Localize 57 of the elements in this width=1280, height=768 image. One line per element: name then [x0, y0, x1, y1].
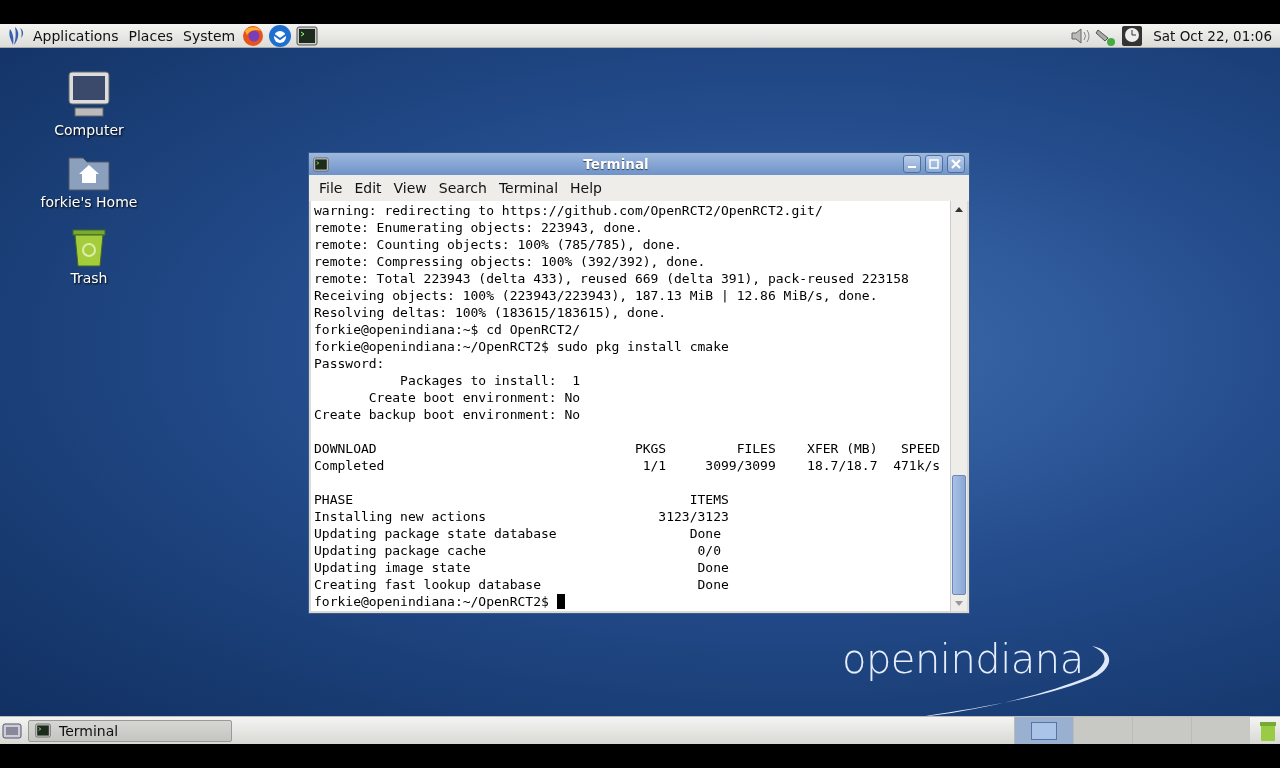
menu-item[interactable]: View — [387, 178, 433, 198]
workspace-button[interactable] — [1014, 716, 1073, 744]
terminal-line: Updating package state database Done — [314, 526, 721, 541]
menu-button[interactable]: System — [180, 25, 239, 46]
terminal-line: Resolving deltas: 100% (183615/183615), done. — [314, 305, 667, 320]
terminal-line: remote: Total 223943 (delta 433), reused 669 (delta 391), pack-reused 223158 — [314, 271, 909, 286]
terminal-line: Password: — [314, 356, 385, 371]
menu-item[interactable]: Search — [432, 178, 493, 198]
scroll-up-icon[interactable] — [955, 206, 963, 212]
terminal-line: remote: Counting objects: 100% (785/785), done. — [314, 237, 682, 252]
terminal-line: Create boot environment: No — [367, 390, 581, 405]
mail-bird-icon[interactable] — [268, 23, 293, 48]
scrollbar[interactable] — [950, 201, 967, 611]
terminal-line: Create backup boot environment: No — [314, 407, 581, 422]
computer-icon[interactable] — [65, 70, 113, 120]
terminal-line: Packages to install: 1 — [399, 373, 581, 388]
menu-item[interactable]: File — [313, 178, 349, 198]
taskbar-button[interactable]: Terminal — [28, 719, 232, 742]
terminal-line: warning: redirecting to https://github.com/OpenRCT2/OpenRCT2.git/ — [314, 203, 823, 218]
desktop-icon-label[interactable]: forkie's Home — [40, 194, 138, 210]
terminal-line: Updating image state Done — [314, 560, 729, 575]
menu-item[interactable]: Terminal — [492, 178, 565, 198]
terminal-line: Receiving objects: 100% (223943/223943), 187.13 MiB | 12.86 MiB/s, done. — [314, 288, 878, 303]
close-button[interactable] — [947, 155, 965, 173]
terminal-icon — [35, 723, 51, 738]
terminal-line: forkie@openindiana:~/OpenRCT2$ — [314, 594, 550, 609]
menu-button[interactable]: Applications — [30, 25, 122, 46]
close-icon — [951, 159, 961, 169]
clock-text[interactable]: Sat Oct 22, 01:06 — [1153, 27, 1272, 44]
minimize-icon — [908, 166, 916, 168]
terminal-line: remote: Enumerating objects: 223943, done. — [314, 220, 643, 235]
desktop-icon-label[interactable]: Trash — [70, 270, 108, 286]
menu-item[interactable]: Help — [564, 178, 608, 198]
minimize-button[interactable] — [903, 155, 921, 173]
menu-button[interactable]: Places — [125, 25, 177, 46]
terminal-line: remote: Compressing objects: 100% (392/392), done. — [314, 254, 706, 269]
show-desktop-icon[interactable] — [2, 721, 22, 740]
text-cursor — [556, 594, 565, 609]
desktop-icon-label[interactable]: Computer — [54, 122, 124, 138]
clock-icon[interactable] — [1121, 24, 1144, 47]
terminal-line: Completed 1/1 3099/3099 18.7/18.7 471k/s — [314, 458, 941, 473]
menu-item[interactable]: Edit — [348, 178, 388, 198]
browser-icon[interactable] — [242, 24, 265, 47]
terminal-icon — [313, 156, 329, 172]
terminal-line: Creating fast lookup database Done — [314, 577, 729, 592]
terminal-line: Installing new actions 3123/3123 — [314, 509, 729, 524]
terminal-icon[interactable] — [296, 25, 319, 46]
maximize-icon — [929, 159, 939, 169]
maximize-button[interactable] — [925, 155, 943, 173]
terminal-line: PHASE ITEMS — [314, 492, 729, 507]
speaker-icon[interactable] — [1069, 25, 1092, 46]
terminal-line: forkie@openindiana:~$ cd OpenRCT2/ — [314, 322, 581, 337]
terminal-line: Updating package cache 0/0 — [314, 543, 721, 558]
terminal-line: DOWNLOAD PKGS FILES XFER (MB) SPEED — [314, 441, 941, 456]
scrollbar-thumb[interactable] — [952, 475, 966, 595]
terminal-line: forkie@openindiana:~/OpenRCT2$ sudo pkg install cmake — [314, 339, 729, 354]
window-title: Terminal — [582, 156, 650, 172]
